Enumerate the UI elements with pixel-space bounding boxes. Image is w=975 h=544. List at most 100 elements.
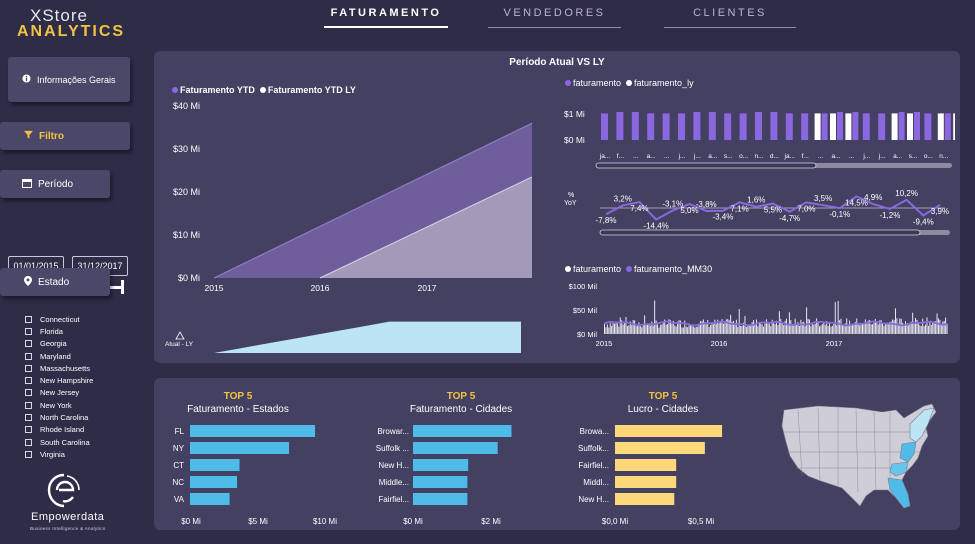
daily-bar [892, 319, 894, 334]
daily-bar [760, 323, 762, 334]
daily-bar [829, 322, 831, 334]
legend-label: faturamento [573, 78, 622, 88]
yoy-line-chart: %YoY-7,8%3,2%7,4%-14,4%-3,1%5,0%-3,8%-3,… [564, 189, 950, 236]
bar-faturamento [914, 112, 920, 140]
bar-faturamento [693, 112, 701, 140]
checkbox[interactable] [25, 401, 32, 409]
state-option[interactable]: Maryland [25, 350, 93, 362]
daily-bar [635, 325, 637, 334]
y-tick-label: $0 Mi [178, 273, 200, 283]
bar-faturamento [852, 112, 859, 140]
bar-faturamento-ly [937, 113, 944, 140]
daily-bar [700, 321, 702, 334]
daily-bar [740, 325, 742, 334]
checkbox[interactable] [25, 389, 32, 397]
top5-category-label: Fairfiel... [578, 461, 609, 470]
checkbox[interactable] [25, 438, 32, 446]
state-option[interactable]: New Jersey [25, 387, 93, 399]
top5-cities-chart: TOP 5 Faturamento - Cidades Browar... Suffo… [376, 391, 512, 526]
daily-bar [649, 325, 651, 334]
daily-bar [883, 325, 885, 334]
checkbox[interactable] [25, 377, 32, 385]
state-option[interactable]: South Carolina [25, 436, 93, 448]
state-option[interactable]: Virginia [25, 448, 93, 460]
x-tick-label: $10 Mi [313, 517, 337, 526]
daily-bar [781, 323, 783, 334]
state-option[interactable]: Connecticut [25, 313, 93, 325]
checkbox[interactable] [25, 364, 32, 372]
checkbox[interactable] [25, 414, 32, 422]
top5-states-chart: TOP 5 Faturamento - Estados FL NY CT NC VA $0 M… [172, 391, 337, 526]
checkbox[interactable] [25, 315, 32, 323]
daily-bar [631, 325, 633, 334]
ytd-legend: Faturamento YTD Faturamento YTD LY [172, 85, 356, 95]
state-option[interactable]: Florida [25, 325, 93, 337]
state-option[interactable]: Georgia [25, 338, 93, 350]
tab-faturamento[interactable]: FATURAMENTO [324, 7, 448, 28]
daily-bar [747, 325, 749, 334]
state-option[interactable]: Massachusetts [25, 362, 93, 374]
daily-bar [722, 323, 724, 334]
y-tick-label: $50 Mil [573, 306, 598, 315]
daily-bar [780, 318, 782, 334]
y-tick-label: $10 Mi [173, 230, 200, 240]
daily-bar [937, 318, 939, 334]
monthly-scrollbar-thumb [595, 162, 817, 169]
brand-subtitle: ANALYTICS [17, 23, 126, 40]
top5-bar [615, 476, 677, 488]
yoy-data-label: 1,6% [747, 196, 765, 205]
period-button[interactable]: Período [0, 170, 110, 198]
x-tick-label: ... [818, 153, 824, 160]
bar-faturamento [785, 113, 793, 140]
daily-bar [652, 325, 654, 334]
daily-bar [919, 325, 921, 334]
tab-clientes[interactable]: CLIENTES [664, 7, 796, 28]
daily-bar [903, 324, 905, 334]
checkbox[interactable] [25, 352, 32, 360]
daily-bar [894, 308, 896, 334]
daily-bar [767, 323, 769, 334]
state-option[interactable]: New Hampshire [25, 374, 93, 386]
daily-bar [612, 322, 614, 334]
daily-bar [625, 316, 627, 334]
daily-bar [678, 320, 680, 334]
top5-bar [615, 459, 677, 471]
filter-button[interactable]: Filtro [0, 122, 130, 150]
top5-category-label: VA [174, 495, 185, 504]
x-tick-label: j... [862, 153, 870, 160]
daily-bar [846, 318, 848, 334]
checkbox[interactable] [25, 426, 32, 434]
daily-bar [674, 325, 676, 334]
state-option[interactable]: New York [25, 399, 93, 411]
yoy-data-label: 4,9% [864, 193, 882, 202]
daily-bar [626, 326, 628, 334]
checkbox[interactable] [25, 450, 32, 458]
checkbox[interactable] [25, 340, 32, 348]
top5-bar [615, 442, 705, 454]
daily-bar [943, 320, 945, 334]
yoy-data-label: -1,2% [879, 211, 900, 220]
daily-bar [609, 323, 611, 334]
daily-bar [624, 322, 626, 334]
x-tick-label: n... [939, 153, 948, 160]
daily-bar [859, 325, 861, 334]
x-tick-label: 2015 [205, 283, 224, 293]
top5-subtitle: Faturamento - Estados [187, 404, 289, 415]
checkbox[interactable] [25, 327, 32, 335]
info-button[interactable]: Informações Gerais [8, 57, 130, 102]
top5-category-label: Middl... [583, 478, 609, 487]
state-button[interactable]: Estado [0, 268, 110, 296]
x-tick-label: j... [678, 153, 686, 160]
state-name: Rhode Island [40, 425, 85, 435]
bar-faturamento [801, 113, 809, 140]
panel-title: Período Atual VS LY [509, 57, 605, 68]
state-option[interactable]: North Carolina [25, 411, 93, 423]
monthly-legend: faturamento faturamento_ly [565, 78, 694, 88]
top5-title: TOP 5 [649, 391, 678, 402]
y-axis-label-yoy: YoY [564, 200, 577, 207]
daily-bar-chart: $100 Mil $50 Mil $0 Mil2015 2016 2017 [569, 282, 949, 348]
daily-bar [667, 324, 669, 334]
state-option[interactable]: Rhode Island [25, 424, 93, 436]
period-slider-end-handle[interactable] [121, 280, 124, 294]
tab-vendedores[interactable]: VENDEDORES [488, 7, 621, 28]
